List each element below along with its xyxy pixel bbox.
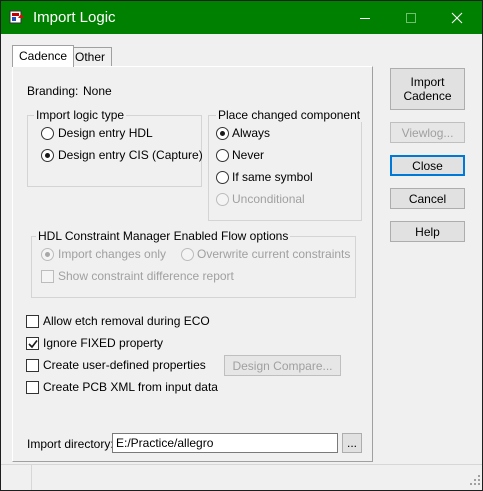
close-button[interactable]: Close — [390, 155, 465, 176]
place-unconditional-label: Unconditional — [232, 192, 305, 206]
import-directory-input[interactable]: E:/Practice/allegro — [112, 433, 338, 453]
show-diff-report-label: Show constraint difference report — [58, 269, 234, 283]
import-cadence-button[interactable]: Import Cadence — [390, 68, 465, 110]
place-changed-title: Place changed component — [216, 108, 363, 122]
hdl-flow-title: HDL Constraint Manager Enabled Flow opti… — [36, 229, 291, 243]
window-title: Import Logic — [33, 9, 116, 26]
checkmark-icon — [28, 340, 38, 349]
close-window-button[interactable] — [434, 1, 480, 34]
overwrite-constraints-label: Overwrite current constraints — [197, 247, 351, 261]
maximize-button[interactable] — [388, 1, 434, 34]
allow-etch-removal-checkbox[interactable] — [26, 315, 39, 328]
overwrite-constraints-radio — [181, 248, 194, 261]
import-changes-only-label: Import changes only — [58, 247, 167, 261]
show-diff-report-checkbox — [41, 270, 54, 283]
ignore-fixed-checkbox[interactable] — [26, 337, 39, 350]
create-user-props-checkbox[interactable] — [26, 359, 39, 372]
place-never-radio[interactable] — [216, 149, 229, 162]
branding-label: Branding: — [27, 84, 79, 98]
status-bar-divider — [31, 465, 32, 490]
import-directory-label: Import directory: — [27, 437, 114, 451]
tab-cadence[interactable]: Cadence — [12, 45, 75, 67]
minimize-icon — [360, 17, 370, 19]
browse-directory-button[interactable]: ... — [342, 433, 362, 453]
place-if-same-symbol-label[interactable]: If same symbol — [232, 170, 313, 185]
create-pcb-xml-checkbox[interactable] — [26, 381, 39, 394]
close-icon — [451, 12, 463, 23]
create-pcb-xml-label[interactable]: Create PCB XML from input data — [43, 380, 218, 395]
design-entry-cis-radio[interactable] — [41, 149, 54, 162]
status-bar — [1, 464, 482, 490]
allow-etch-removal-label[interactable]: Allow etch removal during ECO — [43, 314, 210, 329]
viewlog-button: Viewlog... — [390, 122, 465, 143]
resize-grip-icon[interactable] — [470, 474, 480, 488]
hdl-flow-group — [31, 236, 356, 298]
import-logic-dialog: Import Logic Cadence Other Branding: Non… — [0, 0, 483, 491]
minimize-button[interactable] — [342, 1, 388, 34]
place-unconditional-radio — [216, 193, 229, 206]
cancel-button[interactable]: Cancel — [390, 188, 465, 209]
import-logic-app-icon — [9, 9, 25, 25]
tab-other[interactable]: Other — [68, 47, 113, 66]
place-always-radio[interactable] — [216, 127, 229, 140]
design-compare-button: Design Compare... — [224, 355, 341, 376]
import-changes-only-radio — [41, 248, 54, 261]
place-if-same-symbol-radio[interactable] — [216, 171, 229, 184]
title-bar: Import Logic — [1, 1, 482, 34]
help-button[interactable]: Help — [390, 221, 465, 242]
import-logic-type-title: Import logic type — [34, 108, 127, 122]
design-entry-hdl-radio[interactable] — [41, 127, 54, 140]
design-entry-hdl-label[interactable]: Design entry HDL — [58, 126, 153, 141]
maximize-icon — [406, 12, 416, 23]
ignore-fixed-label[interactable]: Ignore FIXED property — [43, 336, 163, 351]
design-entry-cis-label[interactable]: Design entry CIS (Capture) — [58, 148, 203, 163]
place-never-label[interactable]: Never — [232, 148, 264, 163]
branding-value: None — [83, 84, 112, 98]
place-always-label[interactable]: Always — [232, 126, 270, 141]
create-user-props-label[interactable]: Create user-defined properties — [43, 358, 206, 373]
